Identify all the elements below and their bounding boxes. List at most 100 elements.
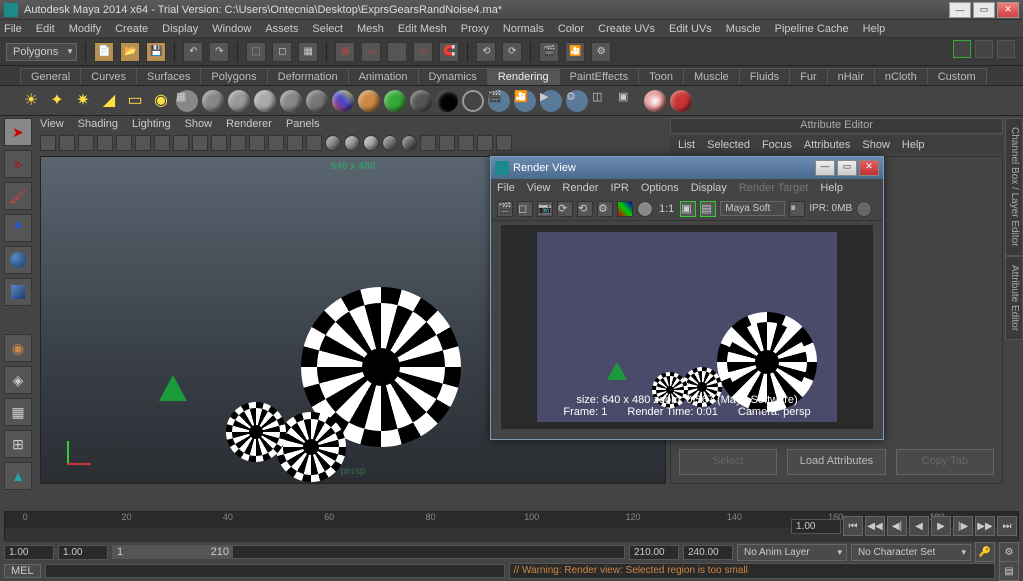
- rv-close-ipr-icon[interactable]: [856, 201, 872, 217]
- select-object-icon[interactable]: ◻: [272, 42, 292, 62]
- attr-selected[interactable]: Selected: [707, 139, 750, 151]
- rv-maximize-button[interactable]: ▭: [837, 160, 857, 176]
- shelf-tab-custom[interactable]: Custom: [927, 68, 987, 85]
- ramp-shader-icon[interactable]: [332, 90, 354, 112]
- menu-window[interactable]: Window: [212, 23, 251, 35]
- snap-plane-icon[interactable]: ▱: [413, 42, 433, 62]
- shading-map-icon[interactable]: [410, 90, 432, 112]
- shelf-tab-curves[interactable]: Curves: [80, 68, 137, 85]
- scale-tool-icon[interactable]: [4, 278, 32, 306]
- rv-refresh-icon[interactable]: ⟲: [577, 201, 593, 217]
- high-quality-icon[interactable]: [287, 135, 303, 151]
- lambert-icon[interactable]: [202, 90, 224, 112]
- lasso-tool-icon[interactable]: ⟡: [4, 150, 32, 178]
- rv-file[interactable]: File: [497, 182, 515, 194]
- smooth-shade-icon[interactable]: [211, 135, 227, 151]
- ambient-light-icon[interactable]: ☀: [20, 90, 42, 112]
- hypershade-icon[interactable]: ◫: [592, 90, 614, 112]
- script-editor-icon[interactable]: ▤: [999, 561, 1019, 581]
- snap-live-icon[interactable]: 🧲: [439, 42, 459, 62]
- shelf-tab-fluids[interactable]: Fluids: [739, 68, 790, 85]
- menu-muscle[interactable]: Muscle: [726, 23, 761, 35]
- render-view-titlebar[interactable]: Render View — ▭ ✕: [491, 157, 883, 179]
- current-time-field[interactable]: [791, 519, 841, 534]
- menu-color[interactable]: Color: [558, 23, 584, 35]
- render-clapper-icon[interactable]: 🎬: [488, 90, 510, 112]
- rv-ipr[interactable]: IPR: [610, 182, 628, 194]
- rv-close-button[interactable]: ✕: [859, 160, 879, 176]
- menu-assets[interactable]: Assets: [265, 23, 298, 35]
- shelf-tab-muscle[interactable]: Muscle: [683, 68, 740, 85]
- snap-curve-icon[interactable]: 〰: [361, 42, 381, 62]
- rv-display[interactable]: Display: [691, 182, 727, 194]
- shelf-tab-general[interactable]: General: [20, 68, 81, 85]
- anisotropic-icon[interactable]: [306, 90, 328, 112]
- ipr-icon[interactable]: ▶: [540, 90, 562, 112]
- attr-list[interactable]: List: [678, 139, 695, 151]
- character-set-dropdown[interactable]: No Character Set: [851, 544, 971, 561]
- vp-sphere5-icon[interactable]: [401, 135, 417, 151]
- command-input[interactable]: [45, 564, 505, 578]
- shelf-tab-painteffects[interactable]: PaintEffects: [559, 68, 640, 85]
- texture-icon[interactable]: ▦: [176, 90, 198, 112]
- menu-file[interactable]: File: [4, 23, 22, 35]
- single-view-icon[interactable]: ▦: [4, 398, 32, 426]
- select-camera-icon[interactable]: [40, 135, 56, 151]
- phong-icon[interactable]: [254, 90, 276, 112]
- rv-pause-icon[interactable]: ⏸: [789, 201, 805, 217]
- panel-shading[interactable]: Shading: [78, 118, 118, 130]
- blinn-icon[interactable]: [228, 90, 250, 112]
- attr-help[interactable]: Help: [902, 139, 925, 151]
- attr-focus[interactable]: Focus: [762, 139, 792, 151]
- shelf-tab-nhair[interactable]: nHair: [827, 68, 875, 85]
- channel-box-tab[interactable]: Channel Box / Layer Editor: [1005, 118, 1023, 256]
- layered-shader-icon[interactable]: [358, 90, 380, 112]
- rv-help[interactable]: Help: [820, 182, 843, 194]
- shelf-tab-polygons[interactable]: Polygons: [200, 68, 267, 85]
- directional-light-icon[interactable]: ✦: [46, 90, 68, 112]
- shader-circle-icon[interactable]: [462, 90, 484, 112]
- rv-redo-render-icon[interactable]: 🎬: [497, 201, 513, 217]
- step-back-key-icon[interactable]: ◀◀: [865, 516, 885, 536]
- save-scene-icon[interactable]: 💾: [146, 42, 166, 62]
- menu-help[interactable]: Help: [863, 23, 886, 35]
- attr-attributes[interactable]: Attributes: [804, 139, 850, 151]
- film-gate-icon[interactable]: [135, 135, 151, 151]
- select-hierarchy-icon[interactable]: ⬚: [246, 42, 266, 62]
- resolution-gate-icon[interactable]: [154, 135, 170, 151]
- mental-ray-icon[interactable]: [644, 90, 666, 112]
- ipr-render-icon[interactable]: 🎦: [565, 42, 585, 62]
- shelf-tab-dynamics[interactable]: Dynamics: [418, 68, 488, 85]
- volume-light-icon[interactable]: ◉: [150, 90, 172, 112]
- panel-panels[interactable]: Panels: [286, 118, 320, 130]
- rotate-tool-icon[interactable]: [4, 246, 32, 274]
- menu-edit[interactable]: Edit: [36, 23, 55, 35]
- xray-icon[interactable]: [420, 135, 436, 151]
- maya-home-icon[interactable]: ▲: [4, 462, 32, 490]
- anim-layer-dropdown[interactable]: No Anim Layer: [737, 544, 847, 561]
- rv-ipr-icon[interactable]: ⟳: [557, 201, 573, 217]
- play-back-icon[interactable]: ◀: [909, 516, 929, 536]
- attribute-editor-tab[interactable]: Attribute Editor: [1005, 256, 1023, 340]
- toggle-attr-editor-icon[interactable]: [997, 40, 1015, 58]
- range-handle[interactable]: 1 210: [113, 546, 233, 558]
- vp-sphere3-icon[interactable]: [363, 135, 379, 151]
- vp-sphere-icon[interactable]: [325, 135, 341, 151]
- menu-modify[interactable]: Modify: [69, 23, 101, 35]
- render-frame-icon[interactable]: 🎬: [539, 42, 559, 62]
- lock-camera-icon[interactable]: [59, 135, 75, 151]
- use-background-icon[interactable]: [436, 90, 458, 112]
- shelf-tab-fur[interactable]: Fur: [789, 68, 828, 85]
- menu-edit-uvs[interactable]: Edit UVs: [669, 23, 712, 35]
- playback-start-field[interactable]: [58, 545, 108, 560]
- vp-sphere4-icon[interactable]: [382, 135, 398, 151]
- step-back-icon[interactable]: ◀|: [887, 516, 907, 536]
- rv-render-region-icon[interactable]: ◻: [517, 201, 533, 217]
- rv-options[interactable]: Options: [641, 182, 679, 194]
- rv-view[interactable]: View: [527, 182, 551, 194]
- toggle-tool-settings-icon[interactable]: [975, 40, 993, 58]
- menu-display[interactable]: Display: [162, 23, 198, 35]
- step-forward-icon[interactable]: |▶: [953, 516, 973, 536]
- menu-proxy[interactable]: Proxy: [461, 23, 489, 35]
- copy-tab-button[interactable]: Copy Tab: [896, 449, 994, 475]
